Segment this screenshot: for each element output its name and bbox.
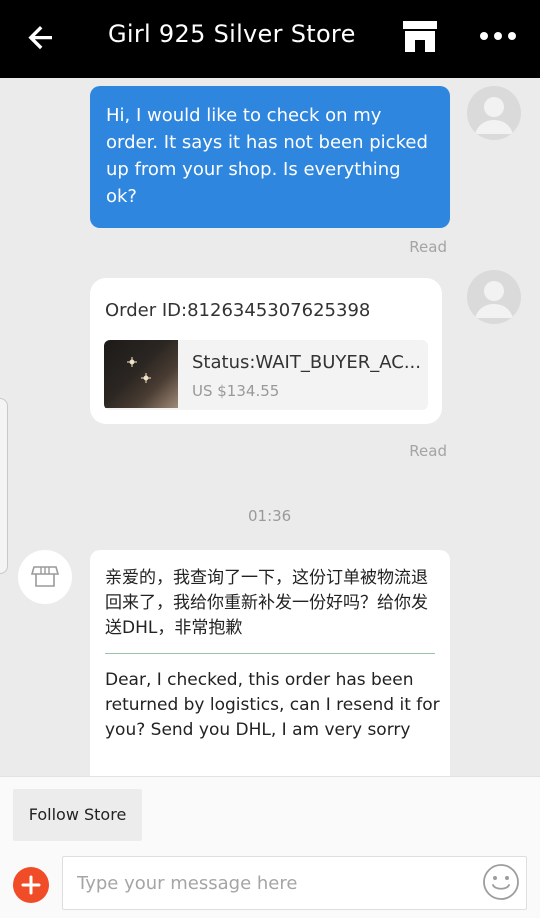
message-text-chinese: 亲爱的，我查询了一下，这份订单被物流退回来了，我给你重新补发一份好吗？给你发送D… xyxy=(105,568,428,638)
order-status: Status:WAIT_BUYER_AC... xyxy=(192,352,421,373)
storefront-icon xyxy=(403,21,437,52)
order-item[interactable]: Status:WAIT_BUYER_AC... US $134.55 xyxy=(104,340,428,410)
order-price: US $134.55 xyxy=(192,382,280,400)
store-title: Girl 925 Silver Store xyxy=(108,20,356,48)
smiley-icon xyxy=(483,864,519,900)
message-text-english: Dear, I checked, this order has been ret… xyxy=(105,670,440,740)
read-status: Read xyxy=(409,238,447,256)
order-id: Order ID:8126345307625398 xyxy=(105,300,371,321)
store-button[interactable] xyxy=(400,18,440,54)
user-avatar[interactable] xyxy=(467,86,521,140)
order-card[interactable]: Order ID:8126345307625398 Status:WAIT_BU… xyxy=(90,278,442,424)
more-dots-icon xyxy=(480,32,516,40)
person-icon xyxy=(475,281,513,318)
store-avatar[interactable] xyxy=(18,550,72,604)
arrow-left-icon xyxy=(28,26,52,50)
add-attachment-button[interactable] xyxy=(13,867,49,903)
person-icon xyxy=(475,97,513,134)
message-input[interactable] xyxy=(62,856,527,910)
composer-area: Follow Store xyxy=(0,776,540,918)
read-status: Read xyxy=(409,442,447,460)
emoji-button[interactable] xyxy=(482,863,520,901)
plus-icon xyxy=(21,875,41,895)
outgoing-message-bubble: Hi, I would like to check on my order. I… xyxy=(90,86,450,228)
top-bar: Girl 925 Silver Store xyxy=(0,0,540,78)
product-thumbnail[interactable] xyxy=(104,340,178,408)
earring-image-icon xyxy=(127,357,151,383)
store-icon xyxy=(30,566,60,587)
back-button[interactable] xyxy=(22,18,62,58)
more-button[interactable] xyxy=(478,24,518,48)
follow-store-button[interactable]: Follow Store xyxy=(13,789,142,841)
side-drawer-handle[interactable] xyxy=(0,398,8,574)
incoming-message-bubble: 亲爱的，我查询了一下，这份订单被物流退回来了，我给你重新补发一份好吗？给你发送D… xyxy=(90,550,450,776)
translation-divider xyxy=(105,653,435,654)
message-timestamp: 01:36 xyxy=(248,507,292,525)
user-avatar[interactable] xyxy=(467,270,521,324)
